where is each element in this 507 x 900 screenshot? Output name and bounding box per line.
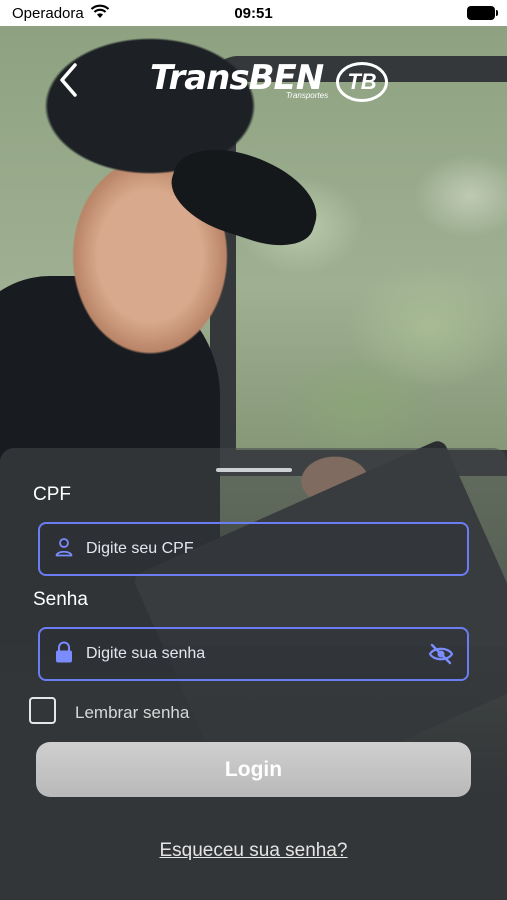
remember-password-checkbox[interactable] bbox=[29, 697, 56, 724]
carrier-label: Operadora bbox=[12, 4, 84, 22]
status-bar: Operadora 09:51 bbox=[0, 0, 507, 26]
sheet-handle[interactable] bbox=[216, 468, 292, 472]
user-icon bbox=[54, 537, 74, 562]
logo-subtext: Transportes bbox=[286, 91, 329, 100]
chevron-left-icon bbox=[60, 63, 77, 97]
login-button[interactable]: Login bbox=[36, 742, 471, 797]
password-label: Senha bbox=[33, 589, 88, 610]
status-time: 09:51 bbox=[234, 4, 273, 22]
password-field[interactable] bbox=[38, 627, 469, 681]
transben-logo: TransBEN Transportes TB bbox=[150, 58, 390, 106]
cpf-input[interactable] bbox=[86, 524, 467, 574]
password-input[interactable] bbox=[86, 629, 409, 679]
remember-password-label[interactable]: Lembrar senha bbox=[75, 703, 189, 723]
login-sheet: CPF Senha Lembrar senha Login bbox=[0, 448, 507, 900]
toggle-password-button[interactable] bbox=[421, 634, 461, 674]
lock-icon bbox=[54, 641, 74, 668]
wifi-icon bbox=[90, 4, 110, 23]
logo-badge: TB bbox=[336, 62, 388, 102]
battery-icon bbox=[467, 6, 498, 20]
eye-off-icon bbox=[428, 643, 454, 665]
back-button[interactable] bbox=[48, 58, 88, 102]
cpf-field[interactable] bbox=[38, 522, 469, 576]
cpf-label: CPF bbox=[33, 484, 71, 505]
forgot-password-link[interactable]: Esqueceu sua senha? bbox=[0, 840, 507, 862]
